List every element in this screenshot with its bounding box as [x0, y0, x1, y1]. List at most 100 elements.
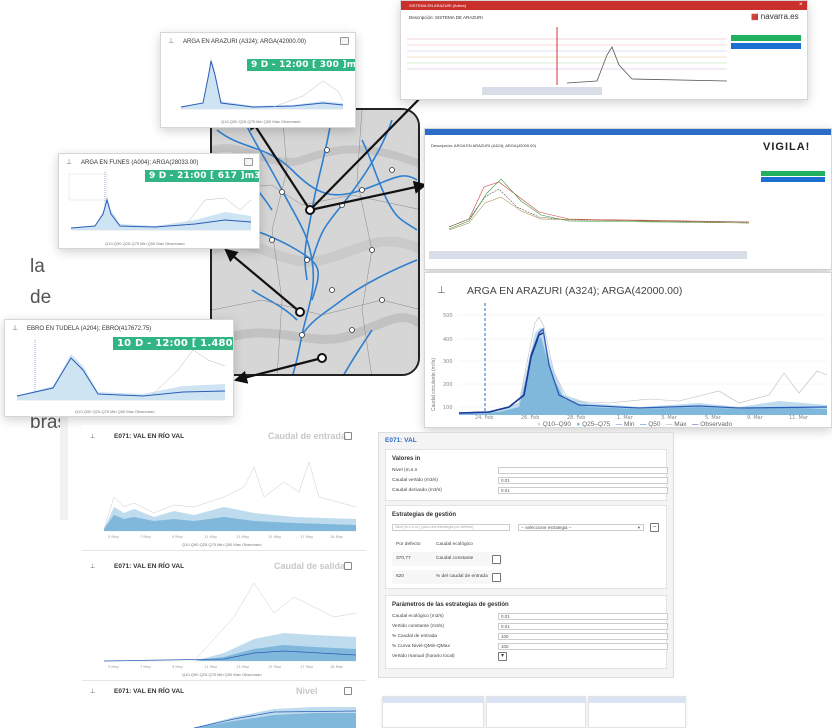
chart-legend: Q10-Q90 Q25-Q75 Min Q50 Max Observado [75, 409, 155, 414]
svg-text:5 May: 5 May [108, 535, 120, 539]
status-bar-green [761, 171, 825, 176]
vigila-window[interactable]: Descripción: ARGA EN ARAZURI (A324); ARG… [424, 128, 832, 270]
panel-caudal-entrada: ⊥ E071: VAL EN RÍO VAL Caudal de entrada… [82, 425, 366, 551]
y-axis-label-wrap: Caudal circulante (m³/s) [425, 351, 439, 411]
bottom-panel-3 [588, 696, 686, 728]
panel-title: E071: VAL EN RÍO VAL [114, 563, 185, 570]
brand-grid-icon: ▦ [751, 12, 759, 21]
reservoir-panels: ⊥ E071: VAL EN RÍO VAL Caudal de entrada… [82, 425, 366, 728]
close-button[interactable] [244, 158, 253, 166]
field-label: Vertido constante (m3/s) [392, 624, 444, 629]
chart-legend: Q10-Q90 Q25-Q75 Min Q50 Max Observado [105, 241, 185, 246]
svg-text:100: 100 [443, 405, 453, 411]
close-icon[interactable]: × [799, 2, 806, 9]
card-title: EBRO EN TUDELA (A204); EBRO(417672.75) [27, 326, 152, 332]
legend-q50: Q50 [648, 421, 661, 428]
panel-header-bar [383, 697, 483, 703]
chart-legend: Q10-Q90 Q25-Q75 Min Q50 Max Observado [182, 672, 262, 677]
strategy-search-input[interactable]: Nivel (m.s.n.m.) (para una estrategia po… [392, 524, 510, 531]
panel-header-bar [589, 697, 685, 703]
row-action-button[interactable] [492, 573, 501, 582]
section-title: Valores in [392, 456, 421, 462]
description-text: Descripción: SISTEMA DE ARAZURI [409, 15, 483, 20]
panel-nivel: ⊥ E071: VAL EN RÍO VAL Nivel [82, 685, 366, 728]
row-action-button[interactable] [492, 555, 501, 564]
level-curve-percent-input[interactable]: 100 [498, 643, 668, 650]
table-header: Caudal ecológico [436, 542, 473, 547]
panel-chart: 5 May 7 May 9 May 11 May 13 May 15 May 17 May… [103, 582, 357, 669]
panel-menu-button[interactable] [344, 432, 352, 440]
strategy-select[interactable]: -- seleccione estrategia -- ▾ [518, 524, 644, 531]
svg-text:11 May: 11 May [204, 535, 218, 539]
forecast-value-label: 10 D - 12:00 [ 1.480 ]m3/s [113, 337, 233, 350]
table-row[interactable]: 620 % del caudal de entrada [392, 570, 502, 584]
form-tab-title[interactable]: E071: VAL [385, 437, 417, 444]
management-form: E071: VAL Valores in Nivel (m.s.n Caudal… [378, 432, 674, 678]
field-label: Caudal vertido (m3/s) [392, 478, 438, 483]
svg-text:300: 300 [443, 359, 453, 365]
panel-variable-label: Nivel [296, 686, 318, 696]
panel-menu-button[interactable] [344, 562, 352, 570]
chart-icon: ⊥ [168, 38, 175, 45]
legend-swatch-observado: — [691, 421, 699, 428]
brand-logo: VIGILA! [763, 141, 811, 153]
chart-icon: ⊥ [90, 434, 96, 440]
svg-text:3. Mar: 3. Mar [661, 415, 678, 419]
svg-text:7 May: 7 May [140, 535, 152, 539]
field-label: Vertido manual (horario local) [392, 654, 455, 659]
forecast-card-funes[interactable]: ⊥ ARGA EN FUNES (A004); ARGA(28033.00) 9… [58, 153, 260, 249]
svg-text:26. Feb: 26. Feb [521, 415, 539, 419]
svg-text:15 May: 15 May [268, 665, 282, 669]
legend-swatch-q10: ● [537, 421, 541, 428]
card-title: ARGA EN ARAZURI (A324); ARGA(42000.00) [183, 39, 307, 45]
navarra-window[interactable]: SISTEMA EN ARAZURI (Arbea) × Descripción… [400, 0, 808, 100]
legend-swatch-max: — [665, 421, 673, 428]
svg-text:7 May: 7 May [140, 665, 152, 669]
panel-chart [193, 707, 357, 728]
ecological-flow-input[interactable]: 0.01 [498, 613, 668, 620]
field-label: Caudal ecológico (m3/s) [392, 614, 444, 619]
status-observed [731, 35, 801, 41]
field-label: % Caudal de entrada [392, 634, 438, 639]
legend-observado: Observado [700, 421, 733, 428]
svg-text:11. Mar: 11. Mar [789, 415, 809, 419]
svg-text:13 May: 13 May [236, 535, 250, 539]
chart-icon: ⊥ [12, 325, 19, 332]
panel-title: E071: VAL EN RÍO VAL [114, 433, 185, 440]
forecast-card-arazuri[interactable]: ⊥ ARGA EN ARAZURI (A324); ARGA(42000.00)… [160, 32, 356, 128]
svg-text:400: 400 [443, 337, 453, 343]
diverted-flow-input[interactable]: 0.01 [498, 487, 668, 494]
window-titlebar [425, 129, 831, 135]
table-header: Por defecto [396, 542, 421, 547]
row-code: 620 [396, 574, 405, 579]
inflow-percent-input[interactable]: 100 [498, 633, 668, 640]
main-forecast-card[interactable]: ⊥ ARGA EN ARAZURI (A324); ARGA(42000.00)… [424, 272, 832, 428]
panel-menu-button[interactable] [344, 687, 352, 695]
forecast-card-tudela[interactable]: ⊥ EBRO EN TUDELA (A204); EBRO(417672.75)… [4, 319, 234, 417]
navarra-chart [407, 25, 727, 97]
level-input[interactable] [498, 467, 668, 474]
brand-logo: ▦ navarra.es [751, 12, 799, 21]
legend-swatch-q25: ● [576, 421, 581, 428]
strategy-select-value: -- seleccione estrategia -- [521, 525, 572, 530]
field-label: Nivel (m.s.n [392, 468, 418, 473]
svg-text:5 May: 5 May [108, 665, 120, 669]
strategies-section: Estrategias de gestión Nivel (m.s.n.m.) … [385, 505, 667, 589]
chart-legend: Q10-Q90 Q25-Q75 Min Q50 Max Observado [182, 542, 262, 547]
svg-text:17 May: 17 May [300, 665, 314, 669]
table-row[interactable]: 370,77 Caudal constante [392, 552, 502, 566]
constant-spill-input[interactable]: 0.01 [498, 623, 668, 630]
add-strategy-button[interactable]: – [650, 523, 659, 532]
chart-icon: ⊥ [437, 285, 446, 296]
field-label: Caudal derivado (m3/s) [392, 488, 442, 493]
spill-flow-input[interactable]: 0.01 [498, 477, 668, 484]
svg-text:1. Mar: 1. Mar [617, 415, 634, 419]
close-button[interactable] [340, 37, 349, 45]
main-chart-title: ARGA EN ARAZURI (A324); ARGA(42000.00) [467, 285, 683, 297]
y-axis-label: Caudal circulante (m³/s) [431, 357, 437, 411]
bottom-panel-2 [486, 696, 586, 728]
manual-spill-toggle[interactable]: ▾ [498, 652, 507, 661]
panel-title: E071: VAL EN RÍO VAL [114, 688, 185, 695]
panel-header-bar [487, 697, 585, 703]
description-text: Descripción: ARGA EN ARAZURI (A324); ARG… [431, 143, 536, 148]
